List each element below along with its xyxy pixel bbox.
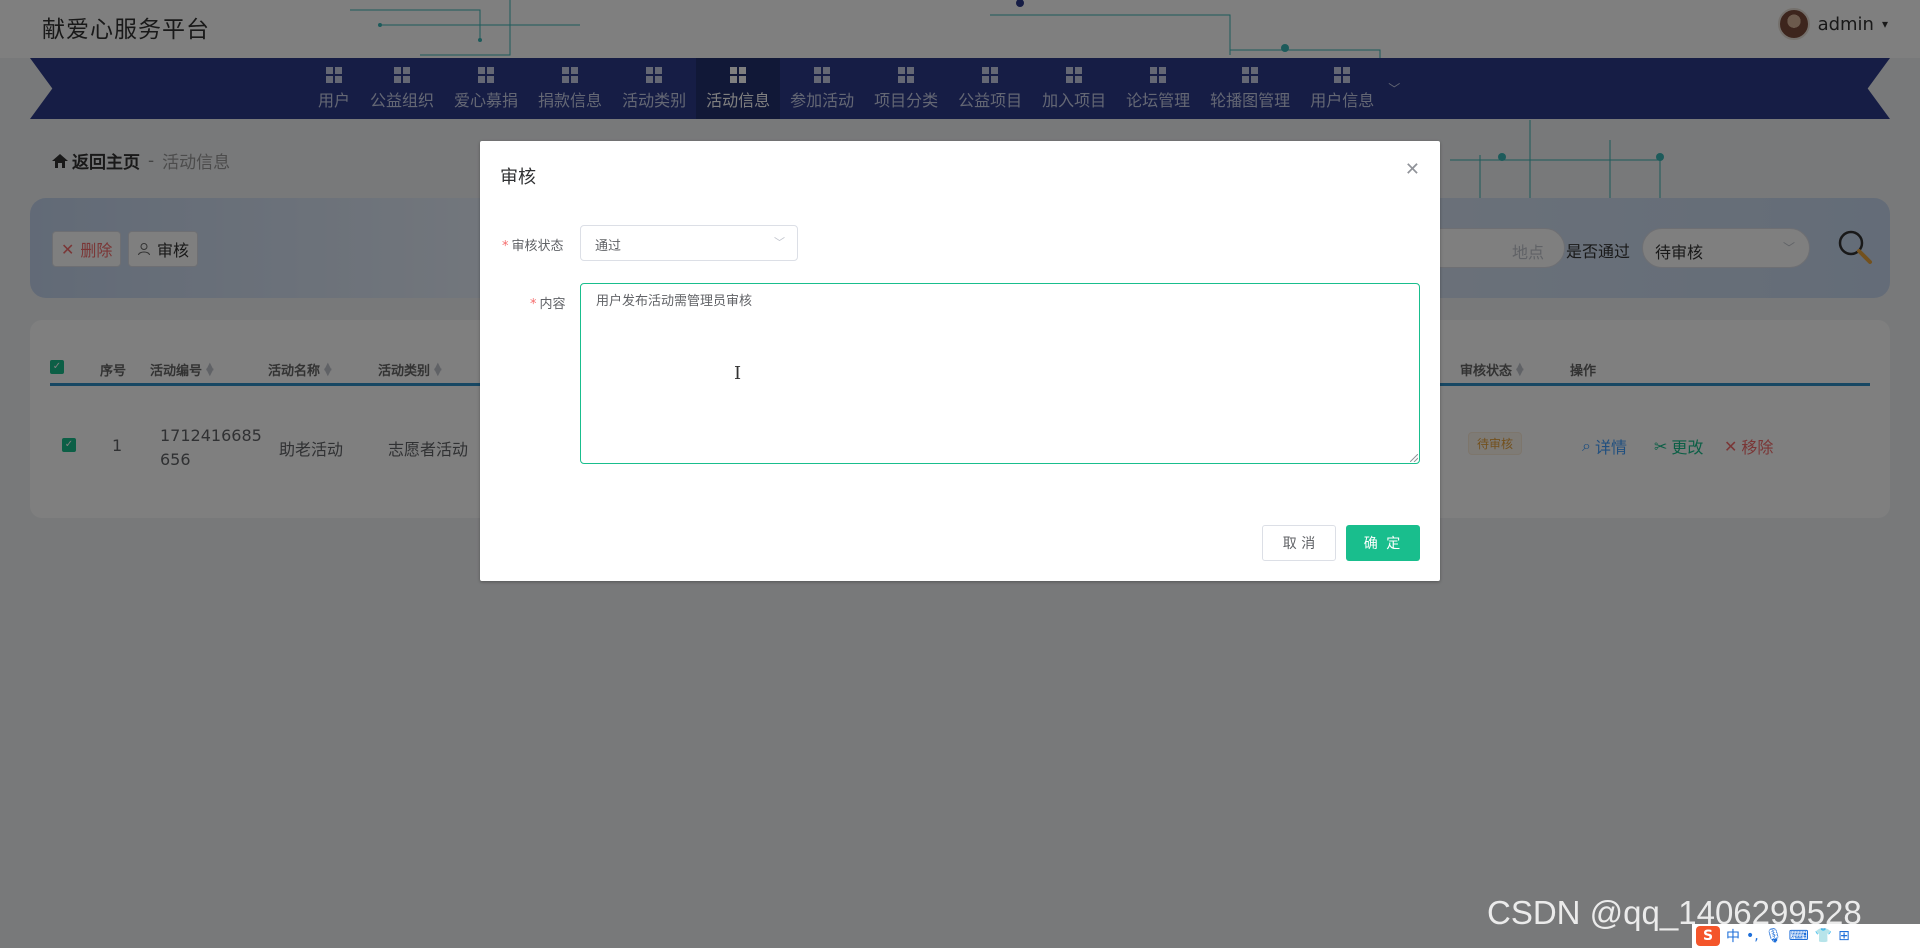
- audit-dialog: 审核 ✕ * 审核状态 通过 ﹀ * 内容 用户发布活动需管理员审核 I 取 消 确…: [480, 141, 1440, 581]
- resize-handle-icon[interactable]: [1410, 454, 1418, 462]
- dialog-title: 审核: [500, 167, 536, 188]
- status-select-value: 通过: [595, 239, 622, 254]
- text-cursor-icon: I: [734, 363, 742, 384]
- keyboard-icon[interactable]: ⌨: [1789, 928, 1809, 944]
- ime-mode[interactable]: 中: [1726, 926, 1740, 946]
- mic-icon[interactable]: 🎙: [1765, 928, 1783, 944]
- grid-icon[interactable]: ⊞: [1838, 928, 1850, 944]
- cancel-button[interactable]: 取 消: [1262, 525, 1336, 561]
- ime-tray: S 中 •, 🎙 ⌨ 👕 ⊞: [1692, 924, 1920, 948]
- content-textarea[interactable]: 用户发布活动需管理员审核: [580, 283, 1420, 464]
- status-select[interactable]: 通过 ﹀: [580, 225, 798, 261]
- sogou-logo-icon[interactable]: S: [1696, 926, 1720, 946]
- punctuation-icon[interactable]: •,: [1746, 928, 1759, 944]
- status-field-label: * 审核状态: [502, 239, 564, 254]
- close-icon[interactable]: ✕: [1405, 159, 1420, 180]
- confirm-button[interactable]: 确 定: [1346, 525, 1420, 561]
- chevron-down-icon: ﹀: [774, 236, 785, 249]
- content-field-label: * 内容: [530, 297, 566, 312]
- shirt-icon[interactable]: 👕: [1815, 928, 1832, 944]
